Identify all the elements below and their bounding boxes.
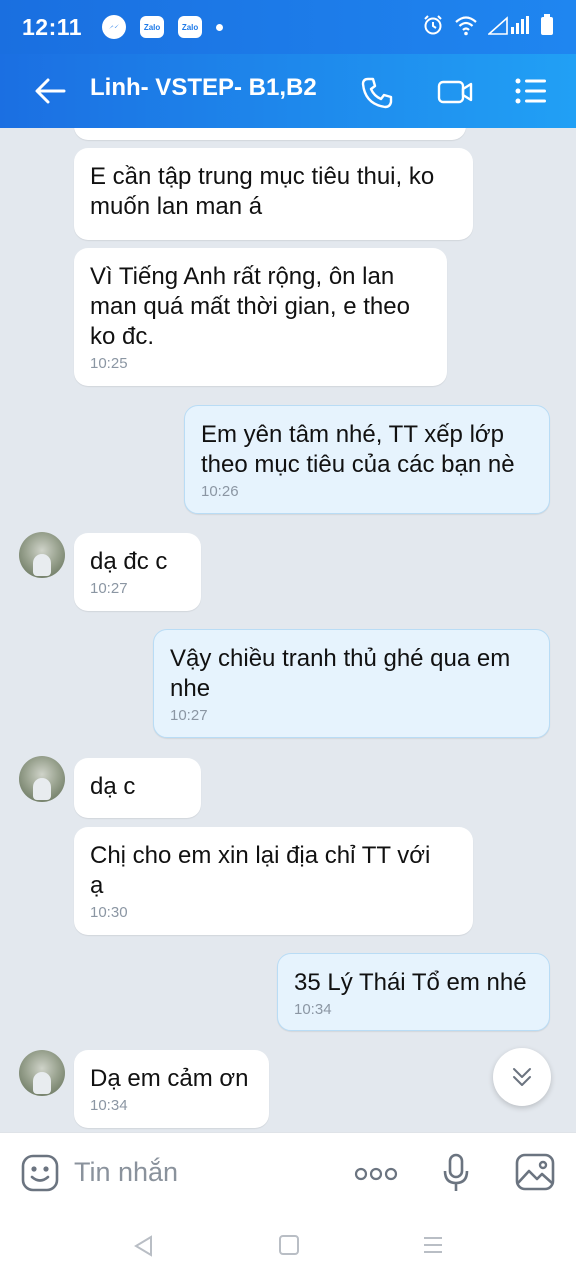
avatar[interactable] (19, 756, 65, 802)
message-bubble[interactable]: E cần tập trung mục tiêu thui, ko muốn l… (74, 148, 473, 240)
conversation-title[interactable]: Linh- VSTEP- B1,B2 (90, 74, 317, 102)
chat-header: Linh- VSTEP- B1,B2 (0, 54, 576, 128)
message-text: Dạ em cảm ơn (90, 1065, 249, 1092)
message-text: dạ đc c (90, 548, 168, 575)
message-time: 10:30 (90, 904, 128, 921)
notification-dot-icon (216, 23, 224, 31)
message-bubble[interactable]: Vì Tiếng Anh rất rộng, ôn lan man quá mấ… (74, 248, 447, 386)
message-time: 10:34 (294, 1001, 332, 1018)
phone-call-icon[interactable] (360, 76, 394, 110)
message-bubble[interactable]: Chị cho em xin lại địa chỉ TT với ạ 10:3… (74, 827, 473, 935)
scroll-to-bottom-button[interactable] (493, 1048, 551, 1106)
zalo-notification-icon: Zalo (140, 16, 165, 38)
message-text: Vậy chiều tranh thủ ghé qua em nhe (170, 645, 511, 702)
menu-list-icon[interactable] (514, 76, 548, 106)
message-bubble[interactable]: dạ c (74, 758, 201, 818)
message-text: dạ c (90, 773, 136, 800)
message-text: E cần tập trung mục tiêu thui, ko muốn l… (90, 163, 435, 220)
avatar[interactable] (19, 1050, 65, 1096)
message-time: 10:27 (170, 707, 208, 724)
message-text: 35 Lý Thái Tổ em nhé (294, 969, 527, 996)
zalo-notification-icon-2: Zalo (178, 16, 203, 38)
nav-back-icon[interactable] (132, 1234, 154, 1258)
avatar[interactable] (19, 532, 65, 578)
sticker-emoji-icon[interactable] (20, 1153, 60, 1193)
message-time: 10:27 (90, 580, 128, 597)
message-bubble[interactable]: Dạ em cảm ơn 10:34 (74, 1050, 269, 1128)
message-composer: Tin nhắn (0, 1132, 576, 1212)
message-text: Chị cho em xin lại địa chỉ TT với ạ (90, 842, 431, 899)
status-time: 12:11 (22, 13, 83, 40)
wifi-icon (455, 16, 477, 36)
nav-home-icon[interactable] (278, 1234, 300, 1256)
double-chevron-down-icon (513, 1068, 531, 1086)
message-bubble[interactable]: Vậy chiều tranh thủ ghé qua em nhe 10:27 (153, 629, 550, 738)
message-text: Vì Tiếng Anh rất rộng, ôn lan man quá mấ… (90, 263, 410, 350)
nav-recents-icon[interactable] (422, 1234, 444, 1256)
back-arrow-icon[interactable] (34, 76, 66, 106)
message-time: 10:26 (201, 483, 239, 500)
battery-icon (541, 14, 553, 35)
message-time: 10:25 (90, 355, 128, 372)
video-call-icon[interactable] (437, 76, 473, 108)
status-bar: 12:11 Zalo Zalo (0, 0, 576, 54)
message-list[interactable]: E cần tập trung mục tiêu thui, ko muốn l… (0, 128, 576, 1132)
messenger-icon (102, 15, 127, 39)
message-bubble[interactable]: 35 Lý Thái Tổ em nhé 10:34 (277, 953, 550, 1031)
microphone-icon[interactable] (442, 1153, 470, 1193)
message-bubble[interactable]: Em yên tâm nhé, TT xếp lớp theo mục tiêu… (184, 405, 550, 514)
alarm-icon (424, 15, 442, 35)
system-navigation-bar (0, 1212, 576, 1280)
message-time: 10:34 (90, 1097, 128, 1114)
message-input[interactable]: Tin nhắn (74, 1157, 178, 1188)
image-gallery-icon[interactable] (515, 1153, 555, 1191)
message-text: Em yên tâm nhé, TT xếp lớp theo mục tiêu… (201, 421, 515, 478)
message-bubble-partial[interactable] (74, 128, 466, 140)
message-bubble[interactable]: dạ đc c 10:27 (74, 533, 201, 611)
signal-icon (488, 16, 529, 35)
more-options-icon[interactable] (354, 1167, 398, 1181)
